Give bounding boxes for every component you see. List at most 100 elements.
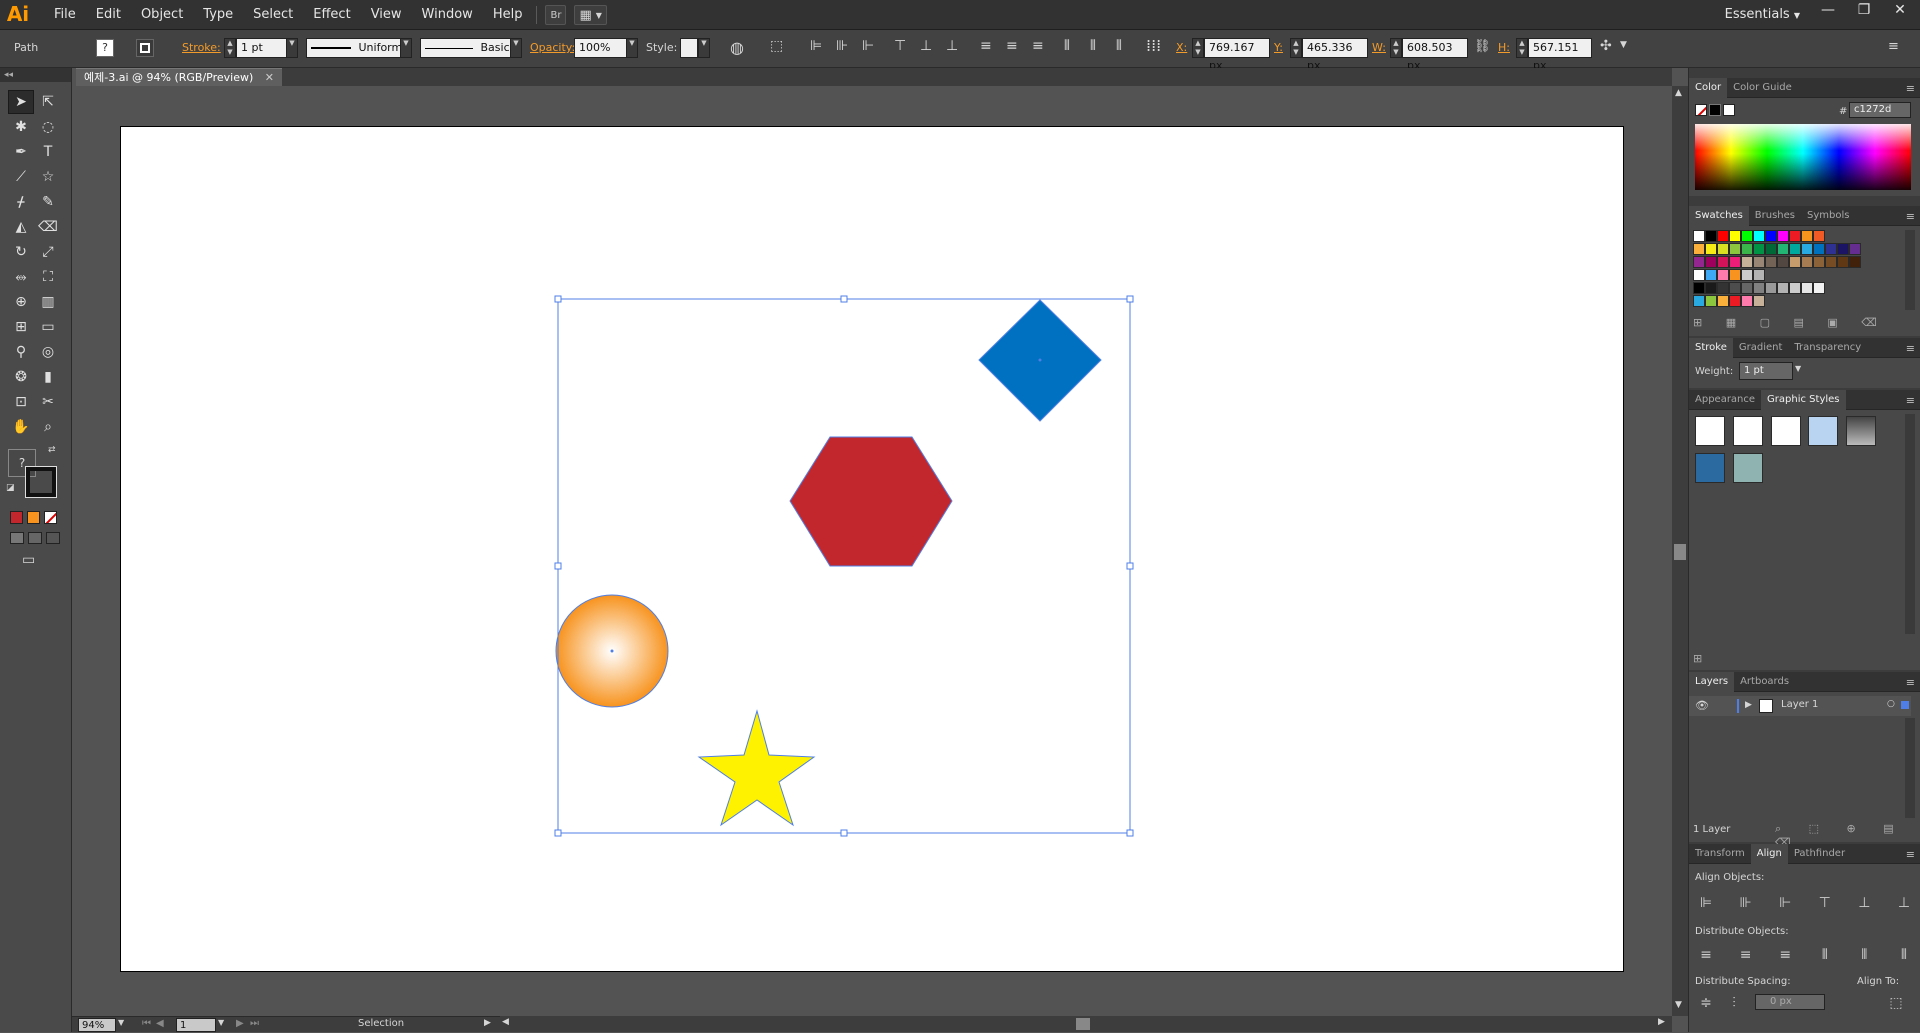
arrange-documents-button[interactable]: ▦ ▼ <box>574 5 607 25</box>
handle-top-center[interactable] <box>840 295 848 303</box>
none-color-icon[interactable] <box>1695 104 1707 116</box>
panel-menu-icon[interactable]: ≡ <box>1906 676 1915 689</box>
color-swatch[interactable] <box>1717 282 1729 294</box>
color-swatch[interactable] <box>1741 269 1753 281</box>
color-swatch[interactable] <box>1705 282 1717 294</box>
eraser-tool-icon[interactable]: ⌫ <box>35 215 61 239</box>
free-transform-tool-icon[interactable]: ⛶ <box>35 265 61 289</box>
horizontal-scrollbar[interactable]: ◀ ▶ <box>500 1016 1672 1032</box>
color-swatch[interactable] <box>1705 230 1717 242</box>
status-menu-icon[interactable]: ▶ <box>484 1018 491 1028</box>
gradient-tool-icon[interactable]: ▭ <box>35 315 61 339</box>
color-swatch[interactable] <box>1789 230 1801 242</box>
toolbar-collapse-icon[interactable]: ◂◂ <box>0 68 71 82</box>
h-field[interactable]: 567.151 px <box>1528 38 1592 72</box>
color-swatch[interactable] <box>1789 256 1801 268</box>
color-swatch[interactable] <box>1729 256 1741 268</box>
layer-row[interactable]: 👁 ▶ Layer 1 ○ <box>1689 696 1911 716</box>
previous-artboard-icon[interactable]: ◀ <box>156 1018 164 1029</box>
tab-swatches[interactable]: Swatches <box>1689 205 1749 226</box>
graphic-style-gradient[interactable] <box>1846 416 1877 446</box>
default-colors-icon[interactable]: ◪ <box>6 483 15 493</box>
horizontal-align-right-icon[interactable]: ⊩ <box>862 38 874 54</box>
menu-select[interactable]: Select <box>243 0 303 30</box>
color-swatch[interactable] <box>1693 230 1705 242</box>
y-field[interactable]: 465.336 px <box>1302 38 1368 72</box>
color-swatch[interactable] <box>1693 243 1705 255</box>
distribute-vcenter-icon[interactable]: ≡ <box>1735 944 1757 966</box>
color-swatch[interactable] <box>1777 282 1789 294</box>
spacing-field[interactable]: 0 px <box>1755 994 1825 1010</box>
color-swatch[interactable] <box>1765 243 1777 255</box>
tab-brushes[interactable]: Brushes <box>1749 206 1801 226</box>
distribute-left-icon[interactable]: ⫴ <box>1064 38 1070 54</box>
vertical-align-center-icon[interactable]: ⊥ <box>920 38 932 54</box>
tab-color[interactable]: Color <box>1689 77 1728 98</box>
color-spectrum[interactable] <box>1695 124 1911 190</box>
align-left-icon[interactable]: ⊫ <box>1695 892 1717 914</box>
color-swatch[interactable] <box>1693 282 1705 294</box>
color-swatch[interactable] <box>1813 282 1825 294</box>
color-swatch[interactable] <box>1813 243 1825 255</box>
column-graph-tool-icon[interactable]: ▮ <box>35 365 61 389</box>
status-mode-label[interactable]: Selection <box>358 1018 404 1029</box>
blend-tool-icon[interactable]: ◎ <box>35 340 61 364</box>
artboard-tool-icon[interactable]: ⊡ <box>8 390 34 414</box>
distribute-top-icon[interactable]: ≡ <box>980 38 992 54</box>
vertical-align-top-icon[interactable]: ⊤ <box>894 38 906 54</box>
zoom-field[interactable]: 94% <box>78 1018 116 1032</box>
stroke-swatch[interactable] <box>25 466 57 498</box>
tab-color-guide[interactable]: Color Guide <box>1727 78 1798 98</box>
color-swatch[interactable] <box>1765 230 1777 242</box>
h-stepper[interactable]: ▲ ▼ <box>1516 38 1528 58</box>
color-swatch[interactable] <box>1837 256 1849 268</box>
color-swatch[interactable] <box>1717 295 1729 307</box>
color-swatch[interactable] <box>1741 230 1753 242</box>
red-hexagon-shape[interactable] <box>789 436 953 567</box>
close-tab-icon[interactable]: ✕ <box>265 71 274 84</box>
swap-colors-icon[interactable]: ⇄ <box>48 445 56 455</box>
first-artboard-icon[interactable]: ⏮ <box>142 1018 151 1029</box>
color-swatch[interactable] <box>1801 230 1813 242</box>
graphic-styles-library-icon[interactable]: ⊞ <box>1693 652 1702 665</box>
menu-help[interactable]: Help <box>483 0 533 30</box>
handle-middle-right[interactable] <box>1126 562 1134 570</box>
scroll-up-icon[interactable]: ▲ <box>1675 88 1682 98</box>
scroll-down-icon[interactable]: ▼ <box>1675 1000 1682 1010</box>
tab-transform[interactable]: Transform <box>1689 844 1751 864</box>
document-tab[interactable]: 예제-3.ai @ 94% (RGB/Preview) ✕ <box>76 68 282 86</box>
layer-name[interactable]: Layer 1 <box>1781 699 1818 710</box>
pen-tool-icon[interactable]: ✒ <box>8 140 34 164</box>
menu-edit[interactable]: Edit <box>86 0 131 30</box>
recolor-artwork-icon[interactable]: ◍ <box>730 38 744 57</box>
tab-transparency[interactable]: Transparency <box>1788 338 1867 358</box>
color-swatch[interactable] <box>1777 256 1789 268</box>
style-dropdown[interactable]: ▼ <box>698 38 710 58</box>
gradient-mode-button[interactable] <box>27 511 40 524</box>
horizontal-align-center-icon[interactable]: ⊪ <box>836 38 848 54</box>
color-swatch[interactable] <box>1729 230 1741 242</box>
draw-normal-icon[interactable] <box>10 532 24 544</box>
color-swatch[interactable] <box>1753 269 1765 281</box>
type-tool-icon[interactable]: T <box>35 140 61 164</box>
color-swatch[interactable] <box>1789 243 1801 255</box>
next-artboard-icon[interactable]: ▶ <box>236 1018 244 1029</box>
color-swatch[interactable] <box>1729 282 1741 294</box>
tab-appearance[interactable]: Appearance <box>1689 390 1761 410</box>
color-swatch[interactable] <box>1777 243 1789 255</box>
stroke-weight-panel-field[interactable]: 1 pt <box>1739 362 1793 380</box>
direct-selection-tool-icon[interactable]: ⇱ <box>35 90 61 114</box>
distribute-hcenter-icon[interactable]: ⫴ <box>1853 944 1875 966</box>
color-swatch[interactable] <box>1813 256 1825 268</box>
menu-window[interactable]: Window <box>412 0 483 30</box>
color-swatch[interactable] <box>1717 243 1729 255</box>
screen-mode-icon[interactable]: ▭ <box>22 552 71 568</box>
profile-dropdown[interactable]: ▼ <box>400 38 412 58</box>
visibility-eye-icon[interactable]: 👁 <box>1695 699 1709 712</box>
color-swatch[interactable] <box>1753 282 1765 294</box>
brush-definition[interactable]: Basic <box>420 38 516 58</box>
handle-top-left[interactable] <box>554 295 562 303</box>
line-segment-tool-icon[interactable]: ⟋ <box>8 165 34 189</box>
fill-color-button[interactable]: ? <box>96 39 114 57</box>
last-artboard-icon[interactable]: ⏭ <box>250 1018 259 1029</box>
